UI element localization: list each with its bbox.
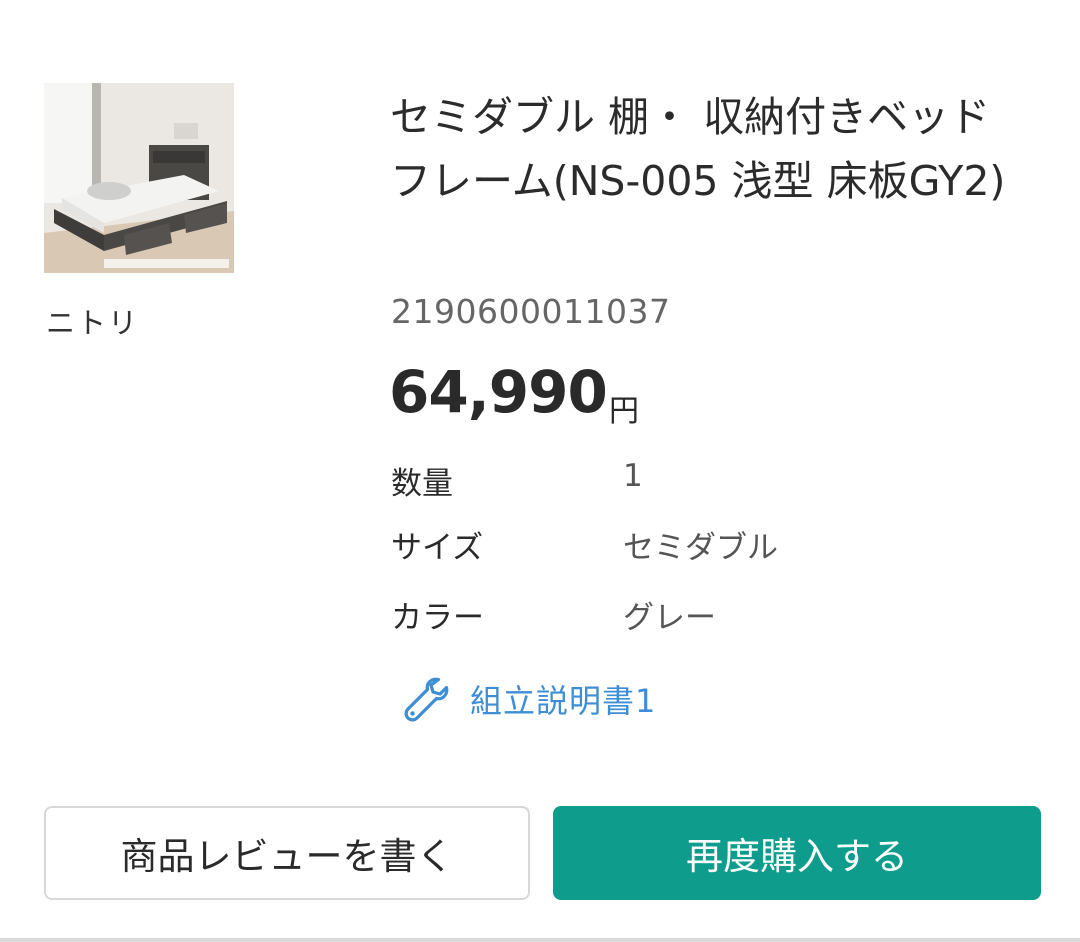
spec-label: サイズ xyxy=(391,530,484,566)
spec-row-size: サイズ セミダブル xyxy=(391,522,1031,566)
spec-row-color: カラー グレー xyxy=(391,592,1031,636)
assembly-manual-link[interactable]: 組立説明書1 xyxy=(400,672,656,726)
price-unit: 円 xyxy=(609,394,639,429)
write-review-label: 商品レビューを書く xyxy=(120,835,454,878)
write-review-button[interactable]: 商品レビューを書く xyxy=(44,806,530,900)
spec-value: グレー xyxy=(623,600,716,636)
product-title-text: セミダブル 棚・ 収納付きベッドフレーム(NS-005 浅型 床板GY2) xyxy=(390,93,1006,205)
product-image[interactable] xyxy=(44,83,234,273)
spec-label: 数量 xyxy=(391,466,453,502)
divider xyxy=(0,938,1080,942)
jan-code: 2190600011037 xyxy=(391,292,671,331)
order-item-detail: ニトリ セミダブル 棚・ 収納付きベッドフレーム(NS-005 浅型 床板GY2… xyxy=(0,0,1080,942)
spec-label: カラー xyxy=(391,600,484,636)
spec-value: セミダブル xyxy=(623,530,778,566)
buy-again-button[interactable]: 再度購入する xyxy=(553,806,1041,900)
spec-row-quantity: 数量 1 xyxy=(391,458,1031,502)
product-title[interactable]: セミダブル 棚・ 収納付きベッドフレーム(NS-005 浅型 床板GY2) xyxy=(390,85,1030,213)
wrench-icon xyxy=(404,677,449,722)
spec-value: 1 xyxy=(623,458,643,494)
assembly-manual-label: 組立説明書1 xyxy=(470,682,657,720)
brand-name: ニトリ xyxy=(46,306,140,340)
price-value: 64,990 xyxy=(389,358,608,426)
buy-again-label: 再度購入する xyxy=(686,835,908,878)
